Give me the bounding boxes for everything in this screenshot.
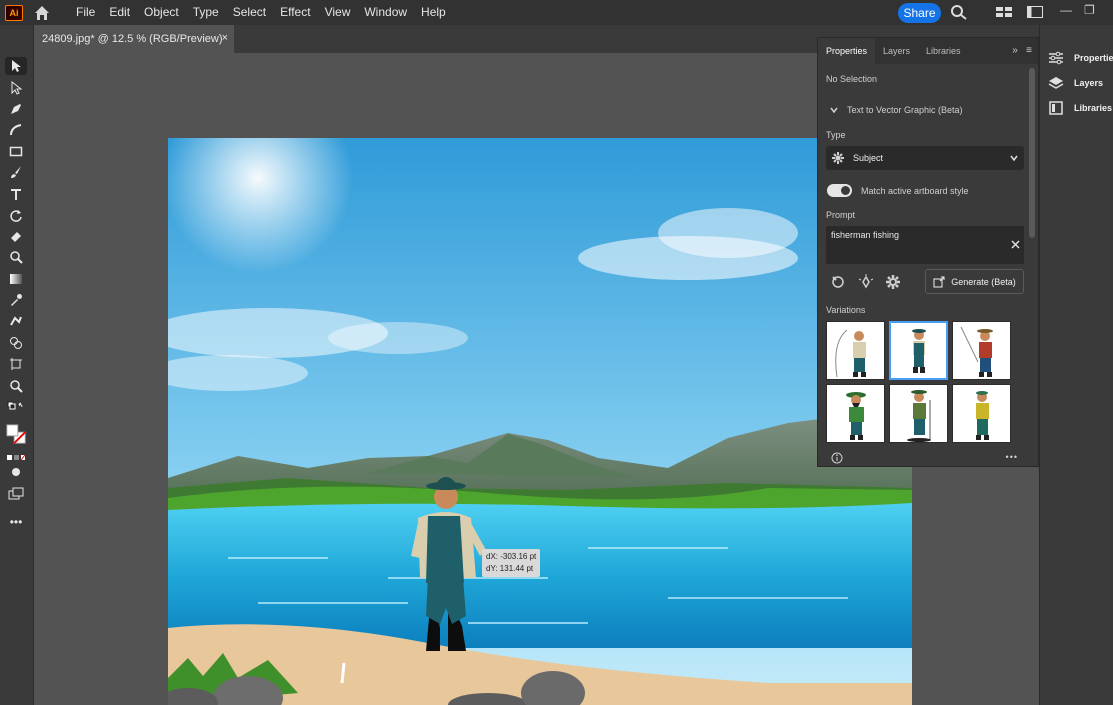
- layers-icon: [1048, 77, 1064, 89]
- properties-icon: [1049, 51, 1063, 65]
- home-icon[interactable]: [33, 4, 51, 22]
- panel-menu-icon[interactable]: ≡: [1026, 45, 1032, 56]
- variation-6[interactable]: [952, 384, 1011, 443]
- dock-layers[interactable]: Layers: [1048, 72, 1103, 94]
- fill-stroke-swatch[interactable]: [5, 421, 27, 447]
- section-title[interactable]: Text to Vector Graphic (Beta): [847, 105, 963, 115]
- panel-options: » ≡: [1012, 45, 1032, 56]
- type-label: Type: [826, 130, 846, 140]
- zoom-tool-icon[interactable]: [5, 377, 27, 395]
- minimize-icon[interactable]: —: [1060, 3, 1072, 17]
- tools-panel: •••: [0, 25, 34, 705]
- eraser-tool-icon[interactable]: [5, 227, 27, 245]
- move-delta-tooltip: dX: -303.16 pt dY: 131.44 pt: [482, 549, 541, 577]
- eyedropper-tool-icon[interactable]: [5, 291, 27, 309]
- search-icon[interactable]: [950, 4, 968, 20]
- warp-tool-icon[interactable]: [5, 248, 27, 266]
- prompt-text: fisherman fishing: [831, 230, 900, 240]
- more-tools-icon[interactable]: •••: [5, 513, 27, 531]
- properties-panel: Properties Layers Libraries » ≡ No Selec…: [817, 37, 1039, 467]
- generate-button[interactable]: Generate (Beta): [925, 269, 1024, 294]
- toggle-label: Match active artboard style: [861, 186, 969, 196]
- clear-icon[interactable]: [1011, 240, 1020, 249]
- menu-edit[interactable]: Edit: [102, 0, 137, 25]
- artboard-tool-icon[interactable]: [5, 355, 27, 373]
- selection-tool-icon[interactable]: [5, 57, 27, 75]
- style-picker-icon[interactable]: [830, 274, 846, 290]
- paintbrush-tool-icon[interactable]: [5, 163, 27, 181]
- dock-properties-label: Properties: [1074, 53, 1113, 63]
- arrange-documents-icon[interactable]: [995, 4, 1013, 20]
- collapse-panel-icon[interactable]: »: [1012, 45, 1018, 56]
- artwork-illustration: [168, 138, 912, 705]
- tab-libraries[interactable]: Libraries: [918, 38, 969, 64]
- workspace-switcher-icon[interactable]: [1026, 4, 1044, 20]
- menu-type[interactable]: Type: [186, 0, 226, 25]
- selection-status: No Selection: [826, 74, 878, 84]
- prompt-input[interactable]: fisherman fishing: [826, 226, 1024, 264]
- menu-bar: Ai File Edit Object Type Select Effect V…: [0, 0, 1113, 25]
- type-tool-icon[interactable]: [5, 185, 27, 203]
- variation-3[interactable]: [952, 321, 1011, 380]
- variation-4[interactable]: [826, 384, 885, 443]
- subject-icon: [832, 152, 844, 164]
- dock-layers-label: Layers: [1074, 78, 1104, 88]
- type-value: Subject: [853, 153, 884, 163]
- delta-y-readout: dY: 131.44 pt: [486, 564, 534, 573]
- illustrator-window: Ai File Edit Object Type Select Effect V…: [0, 0, 1113, 705]
- libraries-icon: [1049, 101, 1063, 115]
- prompt-label: Prompt: [826, 210, 856, 220]
- delta-x-readout: dX: -303.16 pt: [486, 552, 537, 561]
- tab-layers[interactable]: Layers: [875, 38, 918, 64]
- menu-object[interactable]: Object: [137, 0, 186, 25]
- panel-scrollbar[interactable]: [1029, 68, 1035, 238]
- pen-tool-icon[interactable]: [5, 100, 27, 118]
- default-colors-icon[interactable]: [5, 399, 27, 417]
- menu-effect[interactable]: Effect: [273, 0, 317, 25]
- main-menu: File Edit Object Type Select Effect View…: [69, 0, 453, 25]
- menu-file[interactable]: File: [69, 0, 102, 25]
- collapsed-panel-dock: Properties Layers Libraries: [1039, 25, 1113, 705]
- shape-builder-tool-icon[interactable]: [5, 334, 27, 352]
- menu-view[interactable]: View: [318, 0, 358, 25]
- rotate-tool-icon[interactable]: [5, 206, 27, 224]
- dock-properties[interactable]: Properties: [1048, 47, 1113, 69]
- gradient-tool-icon[interactable]: [5, 270, 27, 288]
- direct-selection-tool-icon[interactable]: [5, 79, 27, 97]
- share-button[interactable]: Share: [898, 3, 941, 23]
- menu-help[interactable]: Help: [414, 0, 453, 25]
- tab-properties[interactable]: Properties: [818, 38, 876, 64]
- match-artboard-style-toggle[interactable]: [827, 184, 852, 197]
- generate-label: Generate (Beta): [951, 276, 1016, 287]
- effects-icon[interactable]: [858, 274, 874, 290]
- restore-icon[interactable]: ❐: [1084, 3, 1095, 17]
- curvature-tool-icon[interactable]: [5, 121, 27, 139]
- settings-gear-icon[interactable]: [885, 274, 901, 290]
- screen-mode-icon[interactable]: [5, 485, 27, 503]
- more-options-icon[interactable]: •••: [1006, 452, 1018, 462]
- generate-icon: [933, 276, 945, 287]
- document-tab-title: 24809.jpg* @ 12.5 % (RGB/Preview): [42, 33, 223, 45]
- draw-mode-icon[interactable]: [5, 463, 27, 481]
- variation-5[interactable]: [889, 384, 948, 443]
- artboard[interactable]: [168, 138, 912, 705]
- chevron-down-icon[interactable]: [830, 106, 838, 114]
- app-logo: Ai: [5, 4, 23, 21]
- variation-1[interactable]: [826, 321, 885, 380]
- panel-tabs: Properties Layers Libraries » ≡: [818, 38, 1038, 64]
- close-tab-icon[interactable]: ×: [222, 32, 228, 44]
- document-tab[interactable]: 24809.jpg* @ 12.5 % (RGB/Preview) ×: [34, 25, 234, 53]
- info-icon[interactable]: [831, 452, 843, 464]
- dock-libraries[interactable]: Libraries: [1048, 97, 1112, 119]
- variation-2[interactable]: [889, 321, 948, 380]
- rectangle-tool-icon[interactable]: [5, 142, 27, 160]
- type-dropdown[interactable]: Subject: [826, 146, 1024, 170]
- dock-libraries-label: Libraries: [1074, 103, 1113, 113]
- menu-select[interactable]: Select: [226, 0, 273, 25]
- blend-tool-icon[interactable]: [5, 312, 27, 330]
- chevron-down-icon: [1010, 155, 1018, 161]
- variations-label: Variations: [826, 305, 866, 315]
- menu-window[interactable]: Window: [357, 0, 414, 25]
